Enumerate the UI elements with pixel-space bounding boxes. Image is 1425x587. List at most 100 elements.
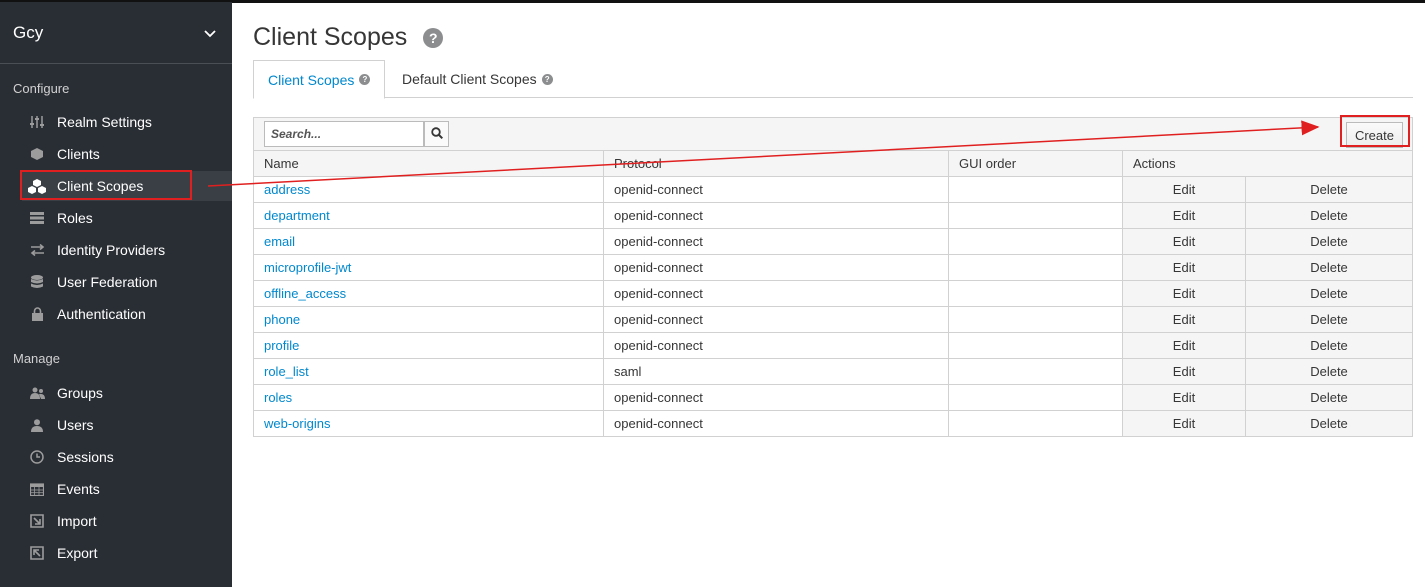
sidebar-item-label: Realm Settings <box>57 114 152 130</box>
cell-name: department <box>253 202 604 229</box>
delete-button[interactable]: Delete <box>1245 280 1413 307</box>
client-scope-link[interactable]: phone <box>264 312 300 327</box>
client-scope-link[interactable]: web-origins <box>264 416 330 431</box>
cell-protocol: openid-connect <box>603 332 949 359</box>
help-icon[interactable]: ? <box>541 73 553 85</box>
edit-button[interactable]: Edit <box>1122 280 1246 307</box>
sidebar-item-events[interactable]: Events <box>22 474 232 504</box>
column-header-gui-order[interactable]: GUI order <box>948 150 1123 177</box>
sidebar-item-authentication[interactable]: Authentication <box>22 299 232 329</box>
column-header-name[interactable]: Name <box>253 150 604 177</box>
client-scope-link[interactable]: roles <box>264 390 292 405</box>
edit-button[interactable]: Edit <box>1122 228 1246 255</box>
edit-button[interactable]: Edit <box>1122 176 1246 203</box>
sidebar-item-import[interactable]: Import <box>22 506 232 536</box>
users-icon <box>27 385 47 401</box>
edit-button[interactable]: Edit <box>1122 306 1246 333</box>
cell-name: email <box>253 228 604 255</box>
realm-name: Gcy <box>13 22 44 42</box>
client-scope-link[interactable]: profile <box>264 338 299 353</box>
edit-button[interactable]: Edit <box>1122 332 1246 359</box>
table-toolbar: Create <box>253 117 1413 151</box>
edit-button[interactable]: Edit <box>1122 384 1246 411</box>
configure-heading: Configure <box>13 81 70 96</box>
sidebar-item-label: Sessions <box>57 449 114 465</box>
tab-label: Default Client Scopes <box>402 71 537 87</box>
help-icon[interactable]: ? <box>359 74 371 85</box>
tab-label: Client Scopes <box>268 71 355 88</box>
client-scopes-table: Name Protocol GUI order Actions address o… <box>253 150 1413 437</box>
client-scope-link[interactable]: microprofile-jwt <box>264 260 351 275</box>
client-scope-link[interactable]: role_list <box>264 364 309 379</box>
client-scope-link[interactable]: department <box>264 208 330 223</box>
delete-button[interactable]: Delete <box>1245 254 1413 281</box>
cell-protocol: openid-connect <box>603 410 949 437</box>
cell-protocol: openid-connect <box>603 280 949 307</box>
edit-button[interactable]: Edit <box>1122 410 1246 437</box>
cell-name: role_list <box>253 358 604 385</box>
export-icon <box>27 545 47 561</box>
sidebar-item-label: User Federation <box>57 274 158 290</box>
sidebar-item-groups[interactable]: Groups <box>22 378 232 408</box>
page-title: Client Scopes ? <box>253 23 444 52</box>
delete-button[interactable]: Delete <box>1245 306 1413 333</box>
sidebar-item-users[interactable]: Users <box>22 410 232 440</box>
cell-gui-order <box>948 254 1123 281</box>
delete-button[interactable]: Delete <box>1245 384 1413 411</box>
sidebar-item-export[interactable]: Export <box>22 538 232 568</box>
delete-button[interactable]: Delete <box>1245 228 1413 255</box>
table-row: web-origins openid-connect Edit Delete <box>253 410 1413 437</box>
database-icon <box>27 274 47 290</box>
cell-protocol: openid-connect <box>603 384 949 411</box>
sidebar-item-label: Import <box>57 513 97 529</box>
cell-protocol: openid-connect <box>603 202 949 229</box>
delete-button[interactable]: Delete <box>1245 332 1413 359</box>
column-header-actions: Actions <box>1122 150 1413 177</box>
cube-icon <box>27 146 47 162</box>
sidebar-item-label: Groups <box>57 385 103 401</box>
realm-selector[interactable]: Gcy <box>0 0 232 64</box>
tab-default-client-scopes[interactable]: Default Client Scopes ? <box>388 60 567 98</box>
cell-gui-order <box>948 176 1123 203</box>
cell-name: offline_access <box>253 280 604 307</box>
edit-button[interactable]: Edit <box>1122 358 1246 385</box>
delete-button[interactable]: Delete <box>1245 176 1413 203</box>
table-row: department openid-connect Edit Delete <box>253 202 1413 229</box>
cell-name: phone <box>253 306 604 333</box>
list-icon <box>27 210 47 226</box>
sliders-icon <box>27 114 47 130</box>
manage-heading: Manage <box>13 351 60 366</box>
edit-button[interactable]: Edit <box>1122 202 1246 229</box>
cell-gui-order <box>948 202 1123 229</box>
sidebar-item-label: Clients <box>57 146 100 162</box>
annotation-highlight-create <box>1340 115 1410 147</box>
client-scope-link[interactable]: offline_access <box>264 286 346 301</box>
sidebar-item-roles[interactable]: Roles <box>22 203 232 233</box>
sidebar-item-realm-settings[interactable]: Realm Settings <box>22 107 232 137</box>
help-icon[interactable]: ? <box>423 27 444 48</box>
cell-name: roles <box>253 384 604 411</box>
import-icon <box>27 513 47 529</box>
tab-client-scopes[interactable]: Client Scopes ? <box>253 60 386 99</box>
sidebar-item-user-federation[interactable]: User Federation <box>22 267 232 297</box>
calendar-icon <box>27 481 47 497</box>
cell-name: microprofile-jwt <box>253 254 604 281</box>
sidebar-item-clients[interactable]: Clients <box>22 139 232 169</box>
search-input[interactable] <box>264 121 424 147</box>
client-scope-link[interactable]: email <box>264 234 295 249</box>
edit-button[interactable]: Edit <box>1122 254 1246 281</box>
sidebar-item-identity-providers[interactable]: Identity Providers <box>22 235 232 265</box>
cell-gui-order <box>948 228 1123 255</box>
sidebar-item-label: Events <box>57 481 100 497</box>
column-header-protocol[interactable]: Protocol <box>603 150 949 177</box>
annotation-highlight-sidebar <box>20 170 192 200</box>
table-row: roles openid-connect Edit Delete <box>253 384 1413 411</box>
client-scope-link[interactable]: address <box>264 182 310 197</box>
delete-button[interactable]: Delete <box>1245 202 1413 229</box>
sidebar-item-sessions[interactable]: Sessions <box>22 442 232 472</box>
sidebar: Gcy Configure Realm Settings Clients Cli… <box>0 0 232 587</box>
delete-button[interactable]: Delete <box>1245 358 1413 385</box>
table-row: phone openid-connect Edit Delete <box>253 306 1413 333</box>
search-button[interactable] <box>424 121 449 147</box>
delete-button[interactable]: Delete <box>1245 410 1413 437</box>
